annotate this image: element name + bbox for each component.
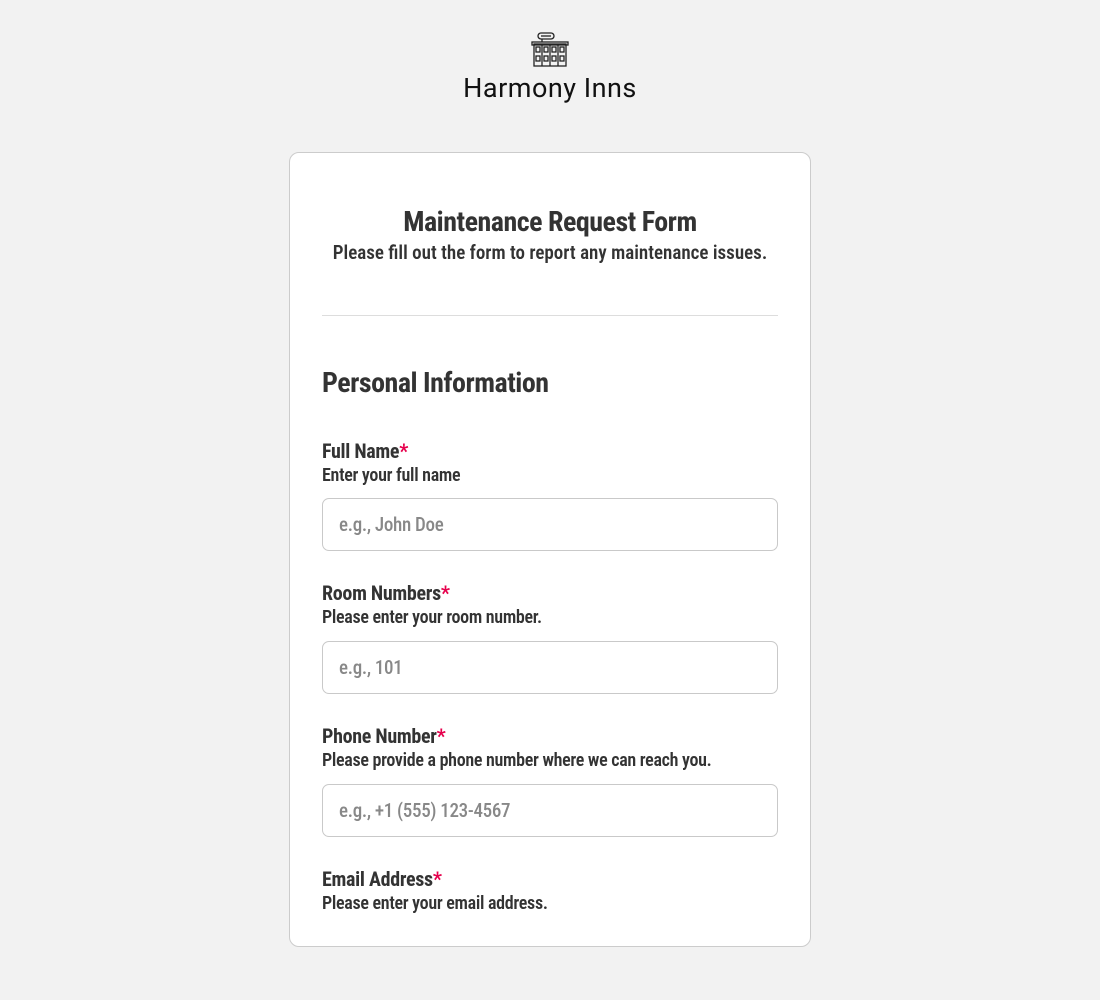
required-asterisk: * <box>399 439 408 463</box>
input-room-numbers[interactable] <box>322 641 778 694</box>
required-asterisk: * <box>441 581 450 605</box>
form-subtitle: Please fill out the form to report any m… <box>330 242 770 265</box>
form-title: Maintenance Request Form <box>322 205 778 238</box>
field-room-numbers: Room Numbers* Please enter your room num… <box>322 581 778 694</box>
label-phone-number: Phone Number <box>322 724 437 748</box>
label-full-name: Full Name <box>322 439 399 463</box>
input-full-name[interactable] <box>322 498 778 551</box>
input-phone-number[interactable] <box>322 784 778 837</box>
section-title-personal: Personal Information <box>322 366 778 399</box>
form-card: Maintenance Request Form Please fill out… <box>289 152 811 947</box>
field-email-address: Email Address* Please enter your email a… <box>322 867 778 915</box>
field-full-name: Full Name* Enter your full name <box>322 439 778 552</box>
brand-logo-icon <box>528 30 572 68</box>
required-asterisk: * <box>437 724 446 748</box>
label-email-address: Email Address <box>322 867 433 891</box>
sublabel-full-name: Enter your full name <box>322 465 778 487</box>
sublabel-room-numbers: Please enter your room number. <box>322 607 778 629</box>
field-phone-number: Phone Number* Please provide a phone num… <box>322 724 778 837</box>
brand-name: Harmony Inns <box>463 72 637 104</box>
label-room-numbers: Room Numbers <box>322 581 441 605</box>
sublabel-email-address: Please enter your email address. <box>322 893 778 915</box>
page-header: Harmony Inns <box>0 30 1100 104</box>
required-asterisk: * <box>433 867 442 891</box>
sublabel-phone-number: Please provide a phone number where we c… <box>322 750 778 772</box>
divider <box>322 315 778 316</box>
